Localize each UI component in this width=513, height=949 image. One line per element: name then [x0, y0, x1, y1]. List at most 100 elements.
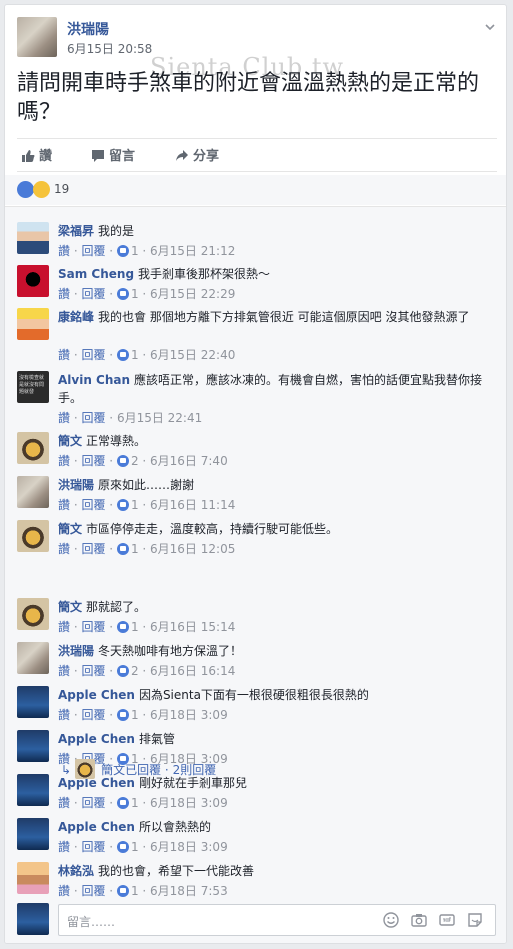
comment-time[interactable]: 6月16日 7:40 [150, 454, 228, 468]
comment-time[interactable]: 6月15日 21:12 [150, 244, 235, 258]
comment-like-link[interactable]: 讚 [58, 454, 70, 468]
commenter-avatar[interactable] [17, 686, 49, 718]
emoji-icon[interactable] [383, 912, 399, 928]
comment-like-link[interactable]: 讚 [58, 840, 70, 854]
comment-time[interactable]: 6月15日 22:41 [117, 411, 202, 425]
commenter-name[interactable]: 簡文 [58, 600, 82, 614]
commenter-name[interactable]: 洪瑞陽 [58, 644, 94, 658]
commenter-name[interactable]: 林銘泓 [58, 864, 94, 878]
comment-like-link[interactable]: 讚 [58, 348, 70, 362]
commenter-name[interactable]: Sam Cheng [58, 267, 134, 281]
commenter-name[interactable]: Alvin Chan [58, 373, 130, 387]
comment-like-link[interactable]: 讚 [58, 498, 70, 512]
like-count[interactable]: 1 [131, 348, 139, 362]
comment-meta: 讚 · 回覆 · 1 · 6月16日 15:14 [58, 620, 236, 634]
comment-body: 我的也會 那個地方離下方排氣管很近 可能這個原因吧 沒其他發熱源了 [98, 310, 470, 324]
comment-input[interactable]: 留言…… [58, 904, 496, 936]
commenter-name[interactable]: Apple Chen [58, 688, 135, 702]
comment-reply-link[interactable]: 回覆 [81, 498, 105, 512]
reply-summary[interactable]: ↳ 簡文已回覆 · 2則回覆 [61, 759, 216, 779]
comment-time[interactable]: 6月16日 11:14 [150, 498, 235, 512]
sticker-icon[interactable] [467, 912, 483, 928]
like-count[interactable]: 1 [131, 840, 139, 854]
like-count[interactable]: 1 [131, 542, 139, 556]
comment-time[interactable]: 6月18日 3:09 [150, 840, 228, 854]
comment-time[interactable]: 6月18日 3:09 [150, 708, 228, 722]
commenter-avatar[interactable] [17, 598, 49, 630]
commenter-avatar[interactable] [17, 222, 49, 254]
commenter-avatar[interactable] [17, 774, 49, 806]
commenter-name[interactable]: 康銘峰 [58, 310, 94, 324]
like-count[interactable]: 2 [131, 664, 139, 678]
comment-reply-link[interactable]: 回覆 [81, 287, 105, 301]
commenter-name[interactable]: Apple Chen [58, 732, 135, 746]
comment-reply-link[interactable]: 回覆 [81, 542, 105, 556]
comment-time[interactable]: 6月16日 12:05 [150, 542, 235, 556]
commenter-avatar[interactable] [17, 520, 49, 552]
comment-time[interactable]: 6月18日 7:53 [150, 884, 228, 898]
comment-text: Alvin Chan 應該唔正常，應該冰凍的。有機會自燃，害怕的話便宜點我替你接手… [58, 371, 488, 407]
commenter-name[interactable]: 洪瑞陽 [58, 478, 94, 492]
comment-time[interactable]: 6月15日 22:40 [150, 348, 235, 362]
commenter-avatar[interactable] [17, 432, 49, 464]
like-count[interactable]: 1 [131, 796, 139, 810]
comment-reply-link[interactable]: 回覆 [81, 411, 105, 425]
author-avatar[interactable] [17, 17, 57, 57]
commenter-avatar[interactable] [17, 308, 49, 340]
commenter-avatar[interactable] [17, 862, 49, 894]
comment-reply-link[interactable]: 回覆 [81, 664, 105, 678]
like-count[interactable]: 1 [131, 287, 139, 301]
like-button[interactable]: 讚 [21, 145, 52, 164]
camera-icon[interactable] [411, 912, 427, 928]
commenter-avatar[interactable] [17, 642, 49, 674]
commenter-name[interactable]: 簡文 [58, 522, 82, 536]
reactions-bar[interactable]: 19 [5, 175, 506, 205]
comment-time[interactable]: 6月15日 22:29 [150, 287, 235, 301]
like-count[interactable]: 1 [131, 884, 139, 898]
reply-text: 簡文已回覆 [101, 763, 162, 777]
author-name[interactable]: 洪瑞陽 [67, 19, 109, 39]
comment-like-link[interactable]: 讚 [58, 244, 70, 258]
commenter-avatar[interactable] [17, 476, 49, 508]
like-count[interactable]: 2 [131, 454, 139, 468]
comment-like-link[interactable]: 讚 [58, 884, 70, 898]
comment-reply-link[interactable]: 回覆 [81, 840, 105, 854]
commenter-avatar[interactable] [17, 730, 49, 762]
like-count-icon [116, 709, 129, 721]
commenter-avatar[interactable]: 沒有檢查就是就沒有問題就發 [17, 371, 49, 403]
like-count[interactable]: 1 [131, 620, 139, 634]
post-timestamp[interactable]: 6月15日 20:58 [67, 40, 152, 57]
like-count[interactable]: 1 [131, 244, 139, 258]
comment-reply-link[interactable]: 回覆 [81, 620, 105, 634]
comment-like-link[interactable]: 讚 [58, 708, 70, 722]
comment-like-link[interactable]: 讚 [58, 620, 70, 634]
comment-body: 因為Sienta下面有一根很硬很粗很長很熱的 [138, 688, 369, 702]
commenter-name[interactable]: 簡文 [58, 434, 82, 448]
commenter-name[interactable]: 梁福昇 [58, 224, 94, 238]
commenter-name[interactable]: Apple Chen [58, 820, 135, 834]
commenter-avatar[interactable] [17, 818, 49, 850]
comment-button[interactable]: 留言 [91, 145, 135, 164]
comment-meta: 讚 · 回覆 · 1 · 6月18日 3:09 [58, 840, 228, 854]
comment-like-link[interactable]: 讚 [58, 664, 70, 678]
commenter-avatar[interactable] [17, 265, 49, 297]
comment-like-link[interactable]: 讚 [58, 287, 70, 301]
comment-time[interactable]: 6月16日 15:14 [150, 620, 235, 634]
like-count[interactable]: 1 [131, 498, 139, 512]
comment-reply-link[interactable]: 回覆 [81, 796, 105, 810]
comment-reply-link[interactable]: 回覆 [81, 454, 105, 468]
comment-text: 康銘峰 我的也會 那個地方離下方排氣管很近 可能這個原因吧 沒其他發熱源了 [58, 308, 488, 326]
comment-time[interactable]: 6月16日 16:14 [150, 664, 235, 678]
gif-icon[interactable] [439, 912, 455, 928]
comment-like-link[interactable]: 讚 [58, 796, 70, 810]
comment-time[interactable]: 6月18日 3:09 [150, 796, 228, 810]
share-button[interactable]: 分享 [175, 145, 219, 164]
comment-reply-link[interactable]: 回覆 [81, 244, 105, 258]
like-count[interactable]: 1 [131, 708, 139, 722]
chevron-down-icon[interactable] [483, 21, 497, 35]
comment-reply-link[interactable]: 回覆 [81, 884, 105, 898]
comment-like-link[interactable]: 讚 [58, 411, 70, 425]
comment-reply-link[interactable]: 回覆 [81, 708, 105, 722]
comment-reply-link[interactable]: 回覆 [81, 348, 105, 362]
comment-like-link[interactable]: 讚 [58, 542, 70, 556]
